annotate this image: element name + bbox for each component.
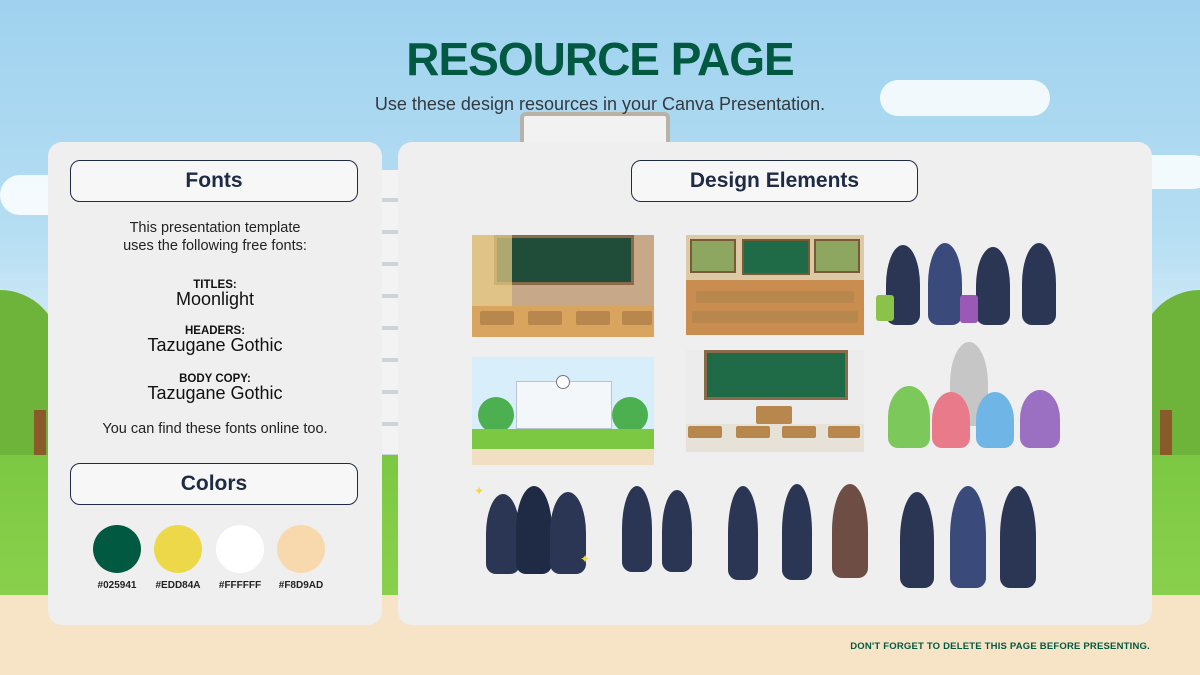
tree-trunk [34,410,46,460]
chalkboard-and-desks-illustration[interactable] [686,350,864,452]
chalkboard [742,239,810,275]
desk [828,426,860,438]
font-entry-value-titles: Moonlight [175,289,255,309]
desk [622,311,652,325]
page-title: RESOURCE PAGE [406,33,794,85]
chalkboard [704,350,848,400]
desk-row [692,311,858,323]
student [486,494,520,574]
color-swatch-white [216,525,264,573]
color-swatch-green [93,525,141,573]
fonts-intro-line1: This presentation template [129,220,301,236]
path [472,449,654,465]
student [516,486,552,574]
bulletin-board [814,239,860,273]
color-swatch-yellow [154,525,202,573]
students-pointing-illustration[interactable] [896,482,1068,592]
tree [478,397,514,433]
student [888,386,930,448]
bulletin-board [690,239,736,273]
desk-row [696,291,854,303]
clock-icon [556,375,570,389]
students-walking-illustration[interactable] [612,482,704,578]
school-building-illustration[interactable] [472,357,654,465]
footer-reminder: DON'T FORGET TO DELETE THIS PAGE BEFORE … [850,641,1150,652]
fonts-intro-line2: uses the following free fonts: [123,238,307,254]
fonts-heading: Fonts [70,160,358,202]
student [976,247,1010,325]
desk [576,311,610,325]
color-label-white: #FFFFFF [218,580,262,591]
color-label-peach: #F8D9AD [278,580,324,591]
fonts-intro: This presentation template uses the foll… [48,219,382,255]
student [950,486,986,588]
design-elements-panel: Design Elements ✦ ✦ [398,142,1152,625]
sparkle-icon: ✦ [474,484,485,498]
classroom-chalkboard-illustration[interactable] [472,235,654,337]
classroom-with-bulletin-boards-illustration[interactable] [686,235,864,335]
lawn [472,429,654,449]
fonts-note: You can find these fonts online too. [102,421,328,437]
student [782,484,812,580]
student [622,486,652,572]
luggage-icon [960,295,978,323]
color-swatch-peach [277,525,325,573]
student [728,486,758,580]
desk [688,426,722,438]
sparkle-icon: ✦ [580,552,591,566]
teacher [832,484,868,578]
student [1000,486,1036,588]
colors-heading: Colors [70,463,358,505]
students-and-teacher-illustration[interactable] [724,482,874,586]
school-building-side [380,170,400,470]
page-subtitle: Use these design resources in your Canva… [374,94,826,114]
school-building-top [520,112,670,146]
floor [686,280,864,335]
student [976,392,1014,448]
student [662,490,692,572]
students-with-luggage-illustration[interactable] [876,235,1070,331]
tree [612,397,648,433]
desk [782,426,816,438]
teacher-with-students-illustration[interactable] [880,340,1068,454]
desk [480,311,514,325]
cheering-students-group-illustration[interactable]: ✦ ✦ [472,482,598,584]
desk [736,426,770,438]
fonts-colors-panel: Fonts This presentation template uses th… [48,142,382,625]
font-entry-value-body: Tazugane Gothic [147,383,283,403]
student [1020,390,1060,448]
teacher-desk [756,406,792,424]
student [900,492,934,588]
color-label-green: #025941 [97,580,137,591]
desk [528,311,562,325]
color-label-yellow: #EDD84A [155,580,201,591]
student [928,243,962,325]
tree-trunk [1160,410,1172,460]
student [932,392,970,448]
luggage-icon [876,295,894,321]
student [1022,243,1056,325]
design-elements-heading: Design Elements [631,160,918,202]
chalkboard [494,235,634,285]
font-entry-value-headers: Tazugane Gothic [147,335,283,355]
